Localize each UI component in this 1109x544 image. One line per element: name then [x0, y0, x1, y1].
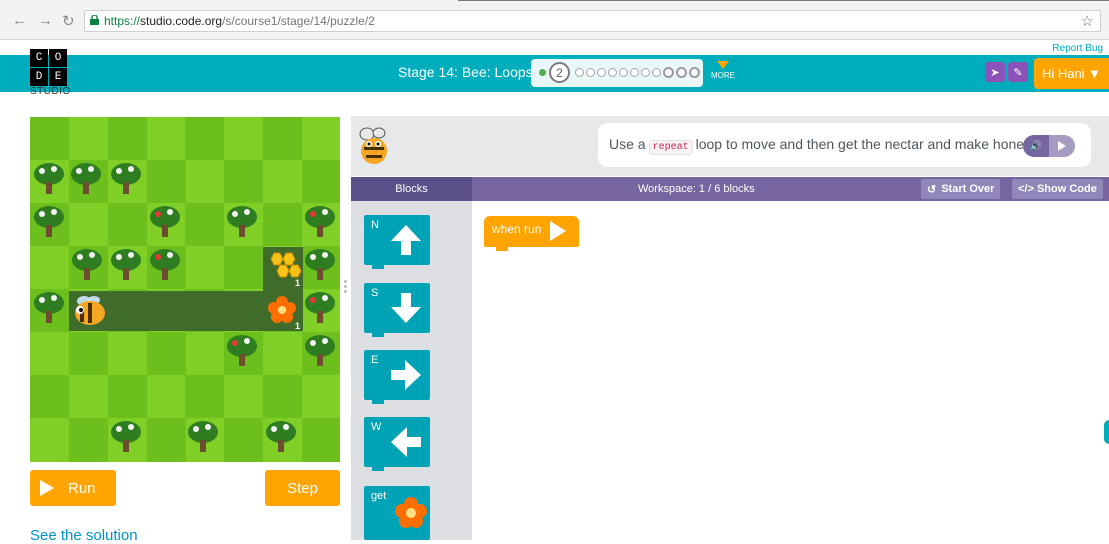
block-move-north[interactable]: N — [364, 215, 430, 269]
current-level-bubble[interactable]: 2 — [549, 62, 570, 83]
report-bug-link[interactable]: Report Bug — [1052, 43, 1103, 54]
level-dot[interactable] — [676, 67, 687, 78]
reload-icon[interactable]: ↻ — [62, 12, 75, 30]
level-dots — [575, 67, 700, 78]
arrow-right-icon — [391, 360, 421, 390]
run-button[interactable]: Run — [30, 470, 116, 506]
play-icon — [550, 221, 566, 241]
start-over-label: Start Over — [941, 183, 995, 195]
logo-letter: D — [30, 68, 48, 86]
workspace-title: Workspace: 1 / 6 blocks — [638, 183, 755, 195]
more-label: MORE — [711, 71, 735, 80]
show-code-button[interactable]: </> Show Code — [1012, 179, 1103, 199]
level-dot[interactable] — [663, 67, 674, 78]
block-label: N — [371, 219, 379, 231]
completed-level-dot[interactable] — [539, 69, 546, 76]
instructions-bubble: Use a repeat loop to move and then get the… — [598, 123, 1091, 167]
block-get-nectar[interactable]: get — [364, 486, 430, 540]
block-label: E — [371, 354, 379, 366]
level-dot[interactable] — [630, 68, 639, 77]
level-dot[interactable] — [608, 68, 617, 77]
url-scheme: https:// — [104, 14, 141, 28]
toolbox: N S E W get — [351, 201, 472, 540]
divider — [458, 0, 1109, 1]
resize-handle[interactable] — [344, 280, 348, 298]
logo-letter: C — [30, 49, 48, 67]
more-button[interactable]: MORE — [711, 61, 735, 80]
instructions-text: Use a repeat loop to move and then get the… — [609, 136, 1035, 155]
url-text: https://studio.code.org/s/course1/stage/… — [104, 14, 375, 28]
block-label: S — [371, 287, 379, 299]
level-dot[interactable] — [586, 68, 595, 77]
level-dot[interactable] — [619, 68, 628, 77]
honeycomb-counter: 1 — [295, 278, 301, 288]
block-notch — [372, 265, 384, 269]
rocket-icon[interactable]: ➤ — [985, 62, 1005, 82]
run-label: Run — [68, 479, 96, 497]
block-notch — [372, 333, 384, 337]
side-tab[interactable] — [1104, 420, 1109, 444]
puzzle-progress: 2 — [531, 59, 703, 87]
forward-icon[interactable]: → — [38, 12, 53, 29]
logo-letter: O — [49, 49, 67, 67]
url-path: /s/course1/stage/14/puzzle/2 — [222, 14, 375, 28]
back-icon[interactable]: ← — [12, 12, 27, 29]
logo-letter: E — [49, 68, 67, 86]
volume-icon[interactable]: 🔊 — [1023, 135, 1049, 157]
block-notch — [496, 247, 508, 251]
code-studio-logo[interactable]: C O D E STUDIO — [30, 49, 71, 97]
block-label: W — [371, 421, 382, 433]
when-run-block[interactable]: when run — [484, 216, 579, 251]
level-dot[interactable] — [575, 68, 584, 77]
workspace-header: Blocks Workspace: 1 / 6 blocks ↺ Start O… — [351, 177, 1109, 201]
block-notch — [372, 400, 384, 404]
more-arrow-icon — [717, 61, 729, 69]
flower-counter: 1 — [295, 321, 301, 331]
header-bar: Stage 14: Bee: Loops 2 MORE ➤ ✎ Hi Hani … — [0, 55, 1109, 92]
start-over-button[interactable]: ↺ Start Over — [921, 179, 1001, 199]
url-host: studio.code.org — [140, 14, 223, 28]
level-dot[interactable] — [689, 67, 700, 78]
instr-before: Use a — [609, 136, 646, 152]
pencil-icon[interactable]: ✎ — [1008, 62, 1028, 82]
flower-icon — [395, 497, 427, 528]
browser-toolbar: ← → ↻ https://studio.code.org/s/course1/… — [0, 0, 1109, 40]
block-notch — [372, 467, 384, 471]
instr-after: loop to move and then get the nectar and… — [695, 136, 1035, 152]
game-grid — [30, 117, 340, 462]
code-keyword: repeat — [648, 140, 693, 155]
block-move-west[interactable]: W — [364, 417, 430, 471]
play-icon — [1058, 141, 1066, 151]
block-move-east[interactable]: E — [364, 350, 430, 404]
arrow-left-icon — [391, 427, 421, 457]
address-bar[interactable]: https://studio.code.org/s/course1/stage/… — [84, 10, 1101, 32]
arrow-down-icon — [391, 293, 421, 323]
game-board: 1 1 — [30, 117, 340, 462]
level-dot[interactable] — [597, 68, 606, 77]
step-button[interactable]: Step — [265, 470, 340, 506]
lock-icon — [90, 15, 99, 25]
block-label: get — [371, 490, 387, 502]
when-run-label: when run — [492, 222, 542, 236]
level-dot[interactable] — [652, 68, 661, 77]
workspace-canvas[interactable]: when run — [472, 201, 1109, 540]
stage-title[interactable]: Stage 14: Bee: Loops — [398, 64, 533, 80]
instructions-panel: Use a repeat loop to move and then get the… — [351, 116, 1109, 176]
undo-icon: ↺ — [927, 183, 937, 196]
bee-avatar-icon — [359, 127, 387, 164]
level-dot[interactable] — [641, 68, 650, 77]
audio-controls: 🔊 — [1023, 135, 1075, 157]
see-solution-link[interactable]: See the solution — [30, 527, 138, 544]
block-move-south[interactable]: S — [364, 283, 430, 337]
bookmark-star-icon[interactable]: ☆ — [1081, 12, 1094, 30]
arrow-up-icon — [391, 225, 421, 255]
logo-studio-text: STUDIO — [30, 86, 71, 97]
user-menu-button[interactable]: Hi Hani ▼ — [1034, 58, 1109, 89]
toolbox-header: Blocks — [351, 177, 472, 201]
audio-play-button[interactable] — [1049, 135, 1075, 157]
play-icon — [40, 480, 54, 496]
